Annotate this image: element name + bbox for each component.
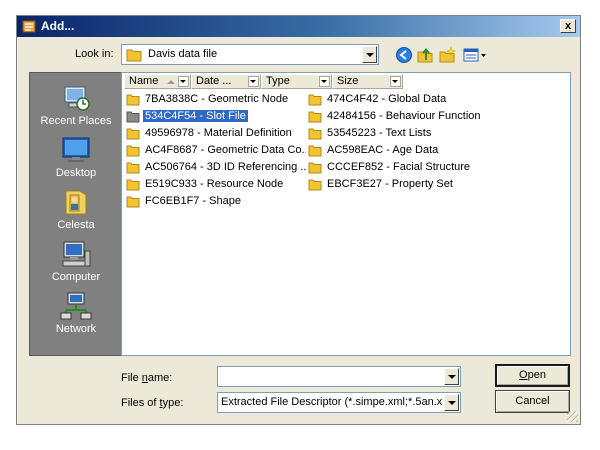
folder-icon bbox=[126, 162, 140, 173]
title-bar[interactable]: Add... x bbox=[17, 16, 580, 37]
file-item-label: FC6EB1F7 - Shape bbox=[145, 195, 241, 207]
views-menu-icon[interactable] bbox=[462, 46, 488, 64]
file-item-label: 7BA3838C - Geometric Node bbox=[145, 93, 289, 105]
column-header-name[interactable]: Name bbox=[124, 74, 191, 89]
file-item-label: AC506764 - 3D ID Referencing ... bbox=[145, 161, 306, 173]
column-filter-icon[interactable] bbox=[178, 76, 189, 87]
file-item[interactable]: AC598EAC - Age Data bbox=[308, 142, 498, 158]
file-item[interactable]: EBCF3E27 - Property Set bbox=[308, 176, 498, 192]
desktop-icon bbox=[62, 137, 90, 162]
file-item[interactable]: 7BA3838C - Geometric Node bbox=[126, 91, 306, 107]
cancel-button[interactable]: Cancel bbox=[495, 390, 570, 413]
place-label: Celesta bbox=[57, 219, 95, 231]
file-item[interactable]: FC6EB1F7 - Shape bbox=[126, 193, 306, 209]
file-item[interactable]: 534C4F54 - Slot File bbox=[126, 108, 306, 124]
column-header-label: Size bbox=[337, 75, 359, 87]
file-type-label: Files of type: bbox=[121, 397, 184, 409]
place-computer[interactable]: Computer bbox=[30, 239, 122, 283]
file-item-label: 534C4F54 - Slot File bbox=[143, 110, 248, 122]
file-item-label: 49596978 - Material Definition bbox=[145, 127, 292, 139]
folder-icon bbox=[308, 179, 322, 190]
place-label: Desktop bbox=[55, 167, 97, 179]
computer-icon bbox=[62, 241, 91, 267]
folder-icon bbox=[308, 128, 322, 139]
close-button[interactable]: x bbox=[560, 19, 576, 33]
folder-icon bbox=[126, 128, 140, 139]
file-type-value: Extracted File Descriptor (*.simpe.xml;*… bbox=[221, 396, 442, 408]
file-name-arrow-icon[interactable] bbox=[444, 368, 459, 385]
look-in-value: Davis data file bbox=[148, 48, 218, 60]
column-headers: Name Date ... Type Size bbox=[124, 74, 403, 89]
folder-icon bbox=[126, 49, 142, 62]
place-label: Network bbox=[55, 323, 97, 335]
app-icon bbox=[22, 20, 36, 33]
add-file-dialog: Add... x Look in: Davis data file Recent… bbox=[16, 15, 581, 425]
place-network[interactable]: Network bbox=[30, 291, 122, 335]
place-recent-places[interactable]: Recent Places bbox=[30, 83, 122, 127]
look-in-label: Look in: bbox=[75, 48, 114, 60]
folder-icon bbox=[308, 111, 322, 122]
file-item[interactable]: AC4F8687 - Geometric Data Co... bbox=[126, 142, 306, 158]
column-header-label: Name bbox=[129, 75, 159, 87]
column-header-label: Type bbox=[266, 75, 290, 87]
file-item[interactable]: E519C933 - Resource Node bbox=[126, 176, 306, 192]
folder-icon bbox=[308, 94, 322, 105]
file-type-select[interactable]: Extracted File Descriptor (*.simpe.xml;*… bbox=[217, 392, 461, 413]
file-item-label: AC4F8687 - Geometric Data Co... bbox=[145, 144, 306, 156]
back-icon[interactable] bbox=[395, 46, 413, 64]
file-item-label: CCCEF852 - Facial Structure bbox=[327, 161, 471, 173]
open-button[interactable]: Open bbox=[495, 364, 570, 387]
column-header-date[interactable]: Date ... bbox=[191, 74, 261, 89]
look-in-arrow-icon[interactable] bbox=[362, 46, 377, 63]
file-item[interactable]: CCCEF852 - Facial Structure bbox=[308, 159, 498, 175]
folder-icon bbox=[126, 94, 140, 105]
file-type-arrow-icon[interactable] bbox=[444, 394, 459, 411]
file-item[interactable]: 474C4F42 - Global Data bbox=[308, 91, 498, 107]
sort-ascending-icon bbox=[167, 80, 175, 84]
file-item-label: 42484156 - Behaviour Function bbox=[327, 110, 481, 122]
column-filter-icon[interactable] bbox=[319, 76, 330, 87]
resize-grip[interactable] bbox=[567, 411, 578, 422]
place-label: Computer bbox=[51, 271, 101, 283]
folder-icon bbox=[126, 145, 140, 156]
up-folder-icon[interactable] bbox=[416, 46, 434, 64]
recent-places-icon bbox=[64, 86, 90, 111]
file-item[interactable]: 53545223 - Text Lists bbox=[308, 125, 498, 141]
file-item[interactable]: 42484156 - Behaviour Function bbox=[308, 108, 498, 124]
folder-icon bbox=[126, 196, 140, 207]
file-list[interactable]: Name Date ... Type Size 7BA3838C - Geome… bbox=[121, 72, 571, 356]
folder-icon bbox=[308, 145, 322, 156]
user-folder-icon bbox=[65, 190, 87, 215]
column-header-size[interactable]: Size bbox=[332, 74, 403, 89]
folder-icon bbox=[126, 179, 140, 190]
network-icon bbox=[60, 292, 92, 320]
place-label: Recent Places bbox=[40, 115, 112, 127]
file-item[interactable]: AC506764 - 3D ID Referencing ... bbox=[126, 159, 306, 175]
file-item-label: 474C4F42 - Global Data bbox=[327, 93, 447, 105]
column-filter-icon[interactable] bbox=[390, 76, 401, 87]
new-folder-icon[interactable] bbox=[438, 46, 456, 64]
place-desktop[interactable]: Desktop bbox=[30, 135, 122, 179]
folder-icon bbox=[308, 162, 322, 173]
places-bar: Recent Places Desktop Celesta Computer N… bbox=[29, 72, 123, 356]
column-header-type[interactable]: Type bbox=[261, 74, 332, 89]
place-celesta[interactable]: Celesta bbox=[30, 187, 122, 231]
file-item-label: AC598EAC - Age Data bbox=[327, 144, 439, 156]
look-in-dropdown[interactable]: Davis data file bbox=[121, 44, 379, 65]
folder-icon bbox=[126, 111, 140, 122]
file-item-label: E519C933 - Resource Node bbox=[145, 178, 284, 190]
file-name-input[interactable] bbox=[217, 366, 461, 387]
file-item[interactable]: 49596978 - Material Definition bbox=[126, 125, 306, 141]
file-item-label: EBCF3E27 - Property Set bbox=[327, 178, 453, 190]
file-name-label: File name: bbox=[121, 372, 173, 384]
column-header-label: Date ... bbox=[196, 75, 232, 87]
file-item-label: 53545223 - Text Lists bbox=[327, 127, 432, 139]
window-title: Add... bbox=[41, 19, 75, 33]
column-filter-icon[interactable] bbox=[248, 76, 259, 87]
